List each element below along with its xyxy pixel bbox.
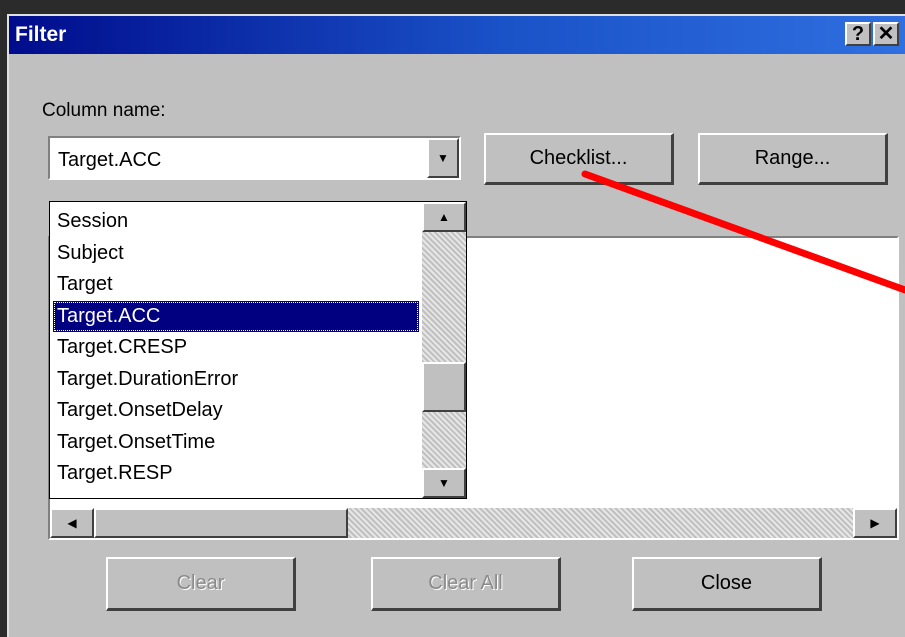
clear-all-button[interactable]: Clear All xyxy=(371,557,561,611)
dropdown-item[interactable]: Session xyxy=(53,206,419,237)
window-title: Filter xyxy=(15,23,67,46)
vertical-scroll-thumb[interactable] xyxy=(422,362,466,412)
scroll-left-button[interactable]: ◀ xyxy=(50,508,94,538)
arrow-right-icon: ▶ xyxy=(870,516,880,530)
combobox-dropdown-button[interactable]: ▼ xyxy=(427,138,459,178)
scroll-right-button[interactable]: ▶ xyxy=(853,508,897,538)
combobox-value: Target.ACC xyxy=(58,149,162,171)
range-button[interactable]: Range... xyxy=(698,133,888,185)
vertical-scrollbar[interactable]: ▲ ▼ xyxy=(422,202,466,498)
dropdown-item[interactable]: Target xyxy=(53,269,419,300)
dropdown-item[interactable]: Target.ACC xyxy=(53,300,419,332)
close-button[interactable]: Close xyxy=(632,557,822,611)
chevron-down-icon: ▼ xyxy=(437,151,449,165)
title-bar[interactable]: Filter ? ✕ xyxy=(9,16,905,54)
arrow-left-icon: ◀ xyxy=(67,516,77,530)
checklist-button[interactable]: Checklist... xyxy=(484,133,674,185)
horizontal-scroll-thumb[interactable] xyxy=(94,508,348,538)
close-window-button[interactable]: ✕ xyxy=(873,22,899,46)
scroll-down-button[interactable]: ▼ xyxy=(422,468,466,498)
arrow-up-icon: ▲ xyxy=(438,210,450,224)
column-name-combobox[interactable]: Target.ACC ▼ xyxy=(48,136,461,180)
clear-button[interactable]: Clear xyxy=(106,557,296,611)
arrow-down-icon: ▼ xyxy=(438,476,450,490)
dropdown-item[interactable]: Subject xyxy=(53,238,419,269)
horizontal-scrollbar[interactable]: ◀ ▶ xyxy=(50,508,897,538)
dropdown-item[interactable]: Target.CRESP xyxy=(53,332,419,363)
dropdown-item[interactable]: Target.OnsetDelay xyxy=(53,395,419,426)
dropdown-item[interactable]: Target.RESP xyxy=(53,458,419,489)
filter-dialog: Filter ? ✕ Column name: Target.ACC ▼ Che… xyxy=(7,14,905,637)
column-dropdown-list[interactable]: Session Subject Target Target.ACC Target.CRE… xyxy=(49,201,467,499)
dropdown-item[interactable]: Target.OnsetTime xyxy=(53,427,419,458)
column-name-label: Column name: xyxy=(42,100,166,121)
scroll-up-button[interactable]: ▲ xyxy=(422,202,466,232)
help-button[interactable]: ? xyxy=(845,22,871,46)
dropdown-item[interactable]: Target.DurationError xyxy=(53,364,419,395)
